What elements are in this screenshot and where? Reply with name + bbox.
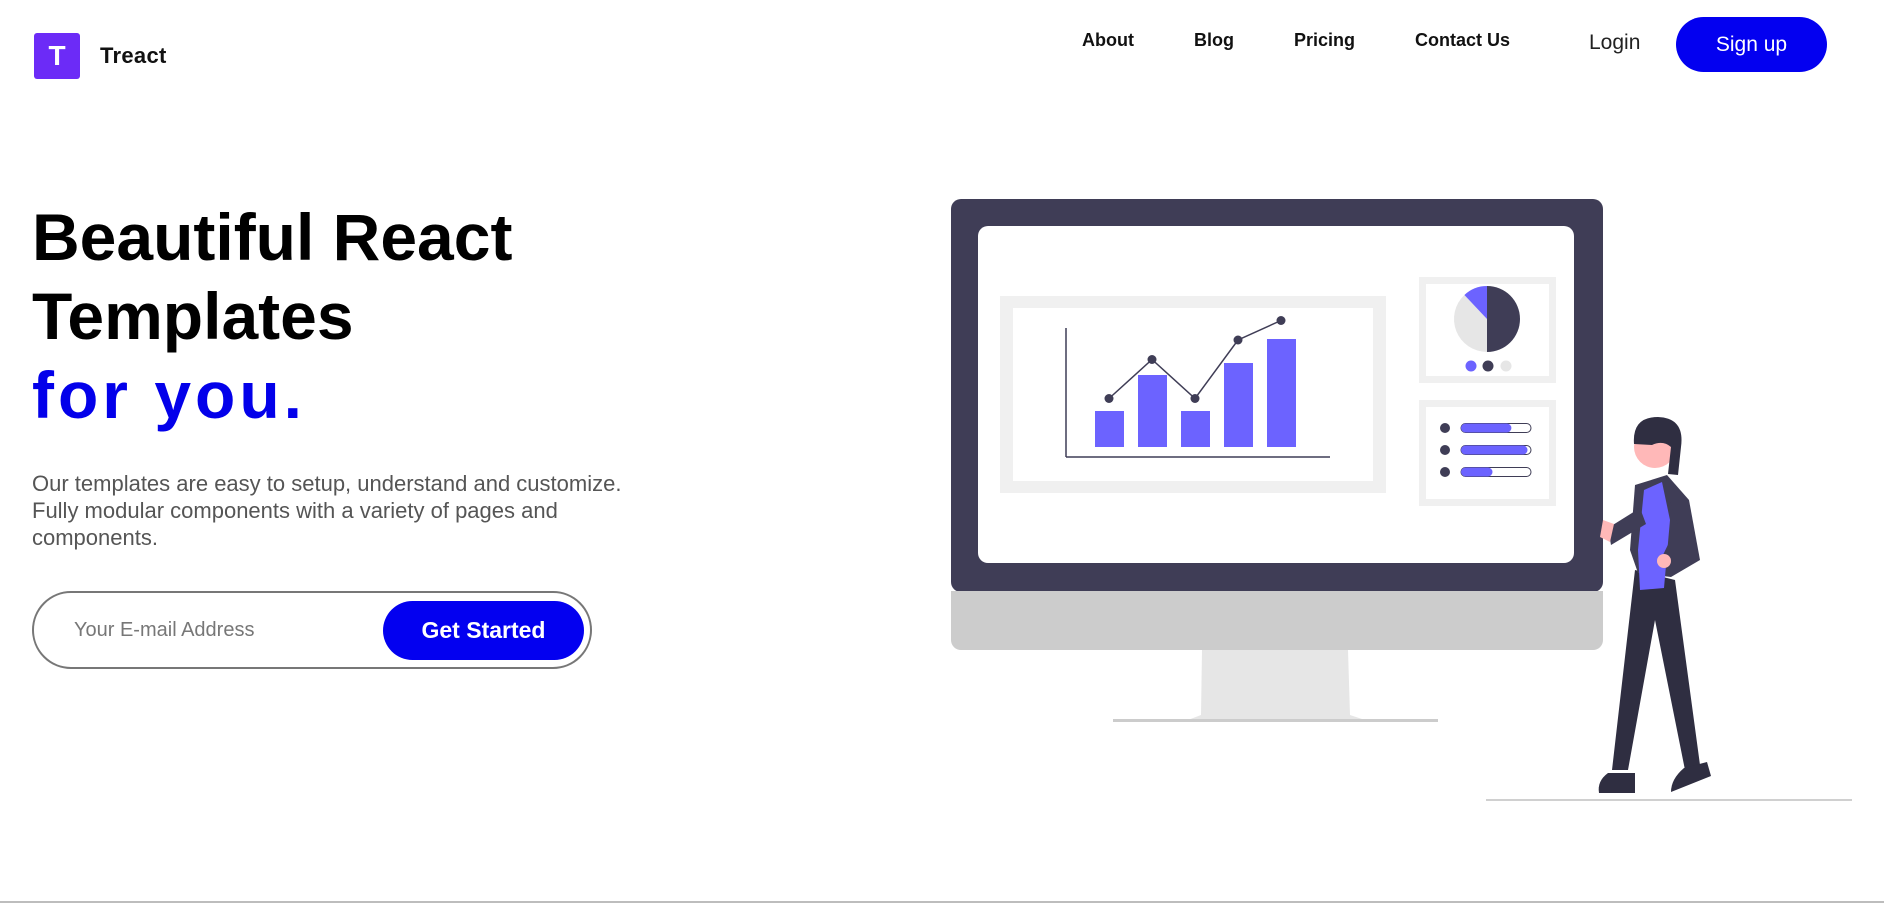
chart-bar (1181, 411, 1210, 447)
floor-line (1486, 799, 1852, 801)
pie-legend-dot (1482, 360, 1494, 372)
progress-dot (1440, 467, 1450, 477)
pie-legend-dot (1465, 360, 1477, 372)
person-hand (1657, 554, 1671, 568)
person-legs (1612, 570, 1700, 770)
progress-dot (1440, 445, 1450, 455)
hero-title-line2: Templates (32, 279, 354, 353)
nav-link-contact-us[interactable]: Contact Us (1415, 30, 1510, 51)
person-presenting-dashboard-illustration (951, 199, 1852, 801)
login-link[interactable]: Login (1589, 31, 1640, 55)
nav-link-blog[interactable]: Blog (1194, 30, 1234, 51)
progress-fill (1461, 423, 1512, 433)
progress-fill (1461, 445, 1528, 455)
email-signup-form: Get Started (32, 591, 592, 669)
site-header: T Treact About Blog Pricing Contact Us L… (0, 0, 1884, 110)
logo[interactable]: T Treact (34, 33, 167, 79)
chart-bar (1095, 411, 1124, 447)
nav-link-about[interactable]: About (1082, 30, 1134, 51)
chart-line-point (1104, 394, 1114, 403)
hero-description: Our templates are easy to setup, underst… (32, 471, 622, 550)
email-input[interactable] (74, 611, 374, 649)
chart-bar (1138, 375, 1167, 447)
brand-name: Treact (100, 43, 167, 68)
main-nav: About Blog Pricing Contact Us (1082, 30, 1510, 51)
chart-line-point (1276, 316, 1286, 325)
chart-line-point (1147, 355, 1157, 364)
hero-title-accent: for you. (32, 358, 306, 432)
nav-link-pricing[interactable]: Pricing (1294, 30, 1355, 51)
hero-title-line1: Beautiful React (32, 200, 513, 274)
desk-line (1113, 719, 1438, 722)
hero-title: Beautiful React Templates for you. (32, 198, 512, 435)
logo-icon: T (34, 33, 80, 79)
person-shoe (1671, 762, 1711, 792)
get-started-button[interactable]: Get Started (383, 601, 584, 660)
progress-card (1419, 400, 1556, 506)
monitor-stand (1188, 650, 1365, 720)
person-shoe (1598, 773, 1635, 793)
chart-panel (1000, 296, 1386, 493)
progress-dot (1440, 423, 1450, 433)
pie-chart (1454, 286, 1520, 352)
signup-button[interactable]: Sign up (1676, 17, 1827, 72)
monitor-chin (951, 591, 1603, 650)
pie-legend-dot (1500, 360, 1512, 372)
progress-fill (1461, 467, 1493, 477)
chart-bar (1267, 339, 1296, 447)
pie-card (1419, 277, 1556, 383)
chart-line-point (1233, 335, 1243, 345)
chart-bar (1224, 363, 1253, 447)
chart-line-point (1190, 394, 1200, 403)
